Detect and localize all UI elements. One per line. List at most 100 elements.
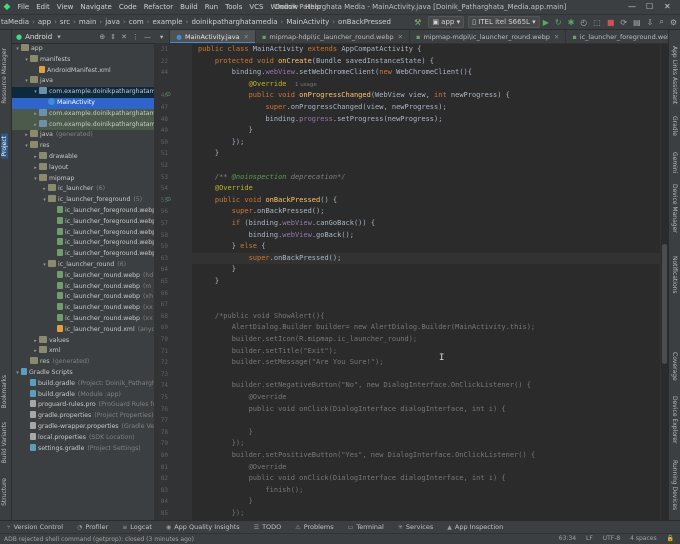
bottom-tool-logcat[interactable]: ≡ Logcat: [115, 523, 159, 531]
code-line[interactable]: }: [198, 264, 236, 275]
line-number[interactable]: 70: [154, 336, 168, 343]
bottom-tool-version-control[interactable]: ⑂ Version Control: [0, 523, 70, 531]
code-line[interactable]: @Override: [198, 392, 287, 403]
minimize-icon[interactable]: —: [628, 2, 636, 11]
close-tab-icon[interactable]: ✕: [398, 33, 403, 41]
tree-item[interactable]: ▾ com.example.doinikpatharghatame: [12, 87, 154, 98]
tree-item[interactable]: ▾ java: [12, 76, 154, 87]
menu-code[interactable]: Code: [115, 3, 140, 11]
code-line[interactable]: });: [198, 438, 245, 449]
breadcrumb-item[interactable]: com: [128, 18, 145, 26]
override-marker-icon[interactable]: ⊙: [166, 91, 171, 98]
tree-item[interactable]: MainActivity: [12, 98, 154, 109]
tree-expand-icon[interactable]: ▾: [14, 368, 21, 379]
expand-icon[interactable]: ✕: [121, 33, 127, 41]
menu-tools[interactable]: Tools: [222, 3, 246, 11]
breadcrumb-item[interactable]: doinikpatharghatamedia: [190, 18, 278, 26]
tree-item[interactable]: ic_launcher_round.webp (xx: [12, 303, 154, 314]
tree-item[interactable]: ic_launcher_round.webp (m: [12, 281, 154, 293]
line-number[interactable]: 51: [154, 150, 168, 157]
line-number[interactable]: 21: [154, 46, 168, 53]
line-number[interactable]: 69: [154, 324, 168, 331]
tree-item[interactable]: ▸ layout: [12, 162, 154, 174]
bottom-tool-profiler[interactable]: ◔ Profiler: [70, 523, 115, 531]
code-line[interactable]: }: [198, 276, 219, 287]
line-ending[interactable]: LF: [586, 535, 593, 542]
menu-refactor[interactable]: Refactor: [140, 3, 176, 11]
file-encoding[interactable]: UTF-8: [603, 535, 621, 542]
tree-item[interactable]: ic_launcher_round.webp (xx: [12, 314, 154, 325]
indent-setting[interactable]: 4 spaces: [630, 535, 656, 542]
attach-debugger-icon[interactable]: ⬚: [593, 18, 601, 27]
breadcrumb-item[interactable]: onBackPressed: [337, 18, 392, 26]
lock-icon[interactable]: 🔓: [667, 535, 674, 542]
tree-item[interactable]: ▸ com.example.doinikpatharghatame: [12, 119, 154, 131]
breadcrumb-item[interactable]: java: [104, 18, 121, 26]
line-number[interactable]: 49: [154, 127, 168, 134]
tree-item[interactable]: ic_launcher_round.xml (anyd: [12, 324, 154, 336]
tree-expand-icon[interactable]: ▸: [32, 120, 39, 131]
tree-item[interactable]: ▾ mipmap: [12, 173, 154, 185]
line-number[interactable]: 71: [154, 348, 168, 355]
tree-item[interactable]: ▸ drawable: [12, 152, 154, 163]
code-line[interactable]: finish();: [198, 485, 303, 496]
line-number[interactable]: 48: [154, 116, 168, 123]
tree-expand-icon[interactable]: ▾: [41, 260, 48, 271]
editor-tab[interactable]: ● MainActivity.java ✕: [170, 30, 256, 43]
tool-tab-app-links-assistant[interactable]: App Links Assistant: [671, 46, 678, 104]
code-line[interactable]: public void onBackPressed() {: [198, 195, 337, 206]
tree-item[interactable]: gradle.properties (Project Properties): [12, 411, 154, 422]
collapse-all-icon[interactable]: ⇕: [110, 33, 116, 41]
options-icon[interactable]: ⋮: [132, 33, 139, 41]
close-tab-icon[interactable]: ✕: [244, 33, 249, 41]
line-number[interactable]: 53: [154, 174, 168, 181]
line-gutter[interactable]: 21 22 44 46 47 48 49 50 51 52 53 54 55 56 57 58 59 63 64 65…: [154, 44, 192, 520]
scrollbar-thumb[interactable]: [662, 244, 667, 364]
code-line[interactable]: super.onBackPressed();: [192, 252, 660, 264]
sdk-manager-icon[interactable]: ⇩: [647, 18, 654, 27]
search-icon[interactable]: ⌕: [659, 17, 663, 27]
line-number[interactable]: 73: [154, 371, 168, 378]
breadcrumb-item[interactable]: main: [78, 18, 98, 26]
tool-tab-device-explorer[interactable]: Device Explorer: [671, 396, 678, 443]
editor-tab[interactable]: ▪ mipmap-mdpi\ic_launcher_round.webp ✕: [410, 30, 567, 43]
line-number[interactable]: 56: [154, 208, 168, 215]
tree-item[interactable]: ▸ java (generated): [12, 130, 154, 141]
tab-overflow-icon[interactable]: ▾: [154, 30, 171, 43]
line-number[interactable]: 85: [154, 510, 168, 517]
caret-position[interactable]: 63:34: [559, 535, 576, 542]
menu-view[interactable]: View: [53, 3, 77, 11]
code-line[interactable]: builder.setPositiveButton("Yes", new Dia…: [198, 450, 535, 461]
code-line[interactable]: AlertDialog.Builder builder= new AlertDi…: [198, 322, 535, 333]
tree-expand-icon[interactable]: ▾: [14, 44, 21, 55]
sync-gradle-icon[interactable]: ⟳: [620, 18, 627, 27]
project-view-select[interactable]: Android: [25, 33, 52, 41]
tool-tab-notifications[interactable]: Notifications: [671, 256, 678, 294]
code-line[interactable]: @Override: [198, 462, 287, 473]
device-select[interactable]: ▯ ITEL itel S665L ▾: [468, 16, 540, 28]
bottom-tool-app-inspection[interactable]: ▲ App Inspection: [440, 523, 510, 531]
code-line[interactable]: builder.setTitle("Exit");: [198, 346, 337, 357]
editor-scrollbar[interactable]: [660, 44, 668, 520]
code-line[interactable]: super.onProgressChanged(view, newProgres…: [198, 102, 446, 113]
bottom-tool-problems[interactable]: ⚠ Problems: [288, 523, 340, 531]
code-line[interactable]: builder.setIcon(R.mipmap.ic_launcher_rou…: [198, 334, 417, 345]
tree-item[interactable]: ▾ ic_launcher_round (6): [12, 260, 154, 271]
tree-item[interactable]: proguard-rules.pro (ProGuard Rules for: [12, 400, 154, 411]
tree-item[interactable]: AndroidManifest.xml: [12, 65, 154, 77]
breadcrumb-item[interactable]: example: [151, 18, 183, 26]
bottom-tool-services[interactable]: ✳ Services: [391, 523, 440, 531]
tree-expand-icon[interactable]: ▸: [32, 346, 39, 357]
tree-item[interactable]: ▾ Gradle Scripts: [12, 368, 154, 379]
line-number[interactable]: 77: [154, 417, 168, 424]
tree-item[interactable]: ▸ xml: [12, 346, 154, 357]
code-line[interactable]: builder.setNegativeButton("No", new Dial…: [198, 380, 531, 391]
tree-item[interactable]: ▾ manifests: [12, 54, 154, 66]
tool-tab-resource-manager[interactable]: Resource Manager: [1, 48, 8, 104]
code-line[interactable]: binding.webView.goBack();: [198, 230, 354, 241]
hammer-icon[interactable]: ⚒: [414, 18, 421, 27]
tool-tab-bookmarks[interactable]: Bookmarks: [1, 375, 8, 409]
code-line[interactable]: });: [198, 137, 245, 148]
tree-item[interactable]: ▸ values: [12, 335, 154, 347]
tool-tab-coverage[interactable]: Coverage: [671, 352, 678, 381]
